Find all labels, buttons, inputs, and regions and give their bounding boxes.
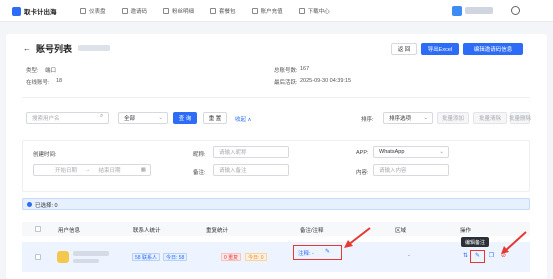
arrow-to-edit bbox=[504, 231, 527, 252]
annotation-arrows bbox=[344, 227, 527, 254]
arrow-to-remark bbox=[347, 227, 371, 246]
